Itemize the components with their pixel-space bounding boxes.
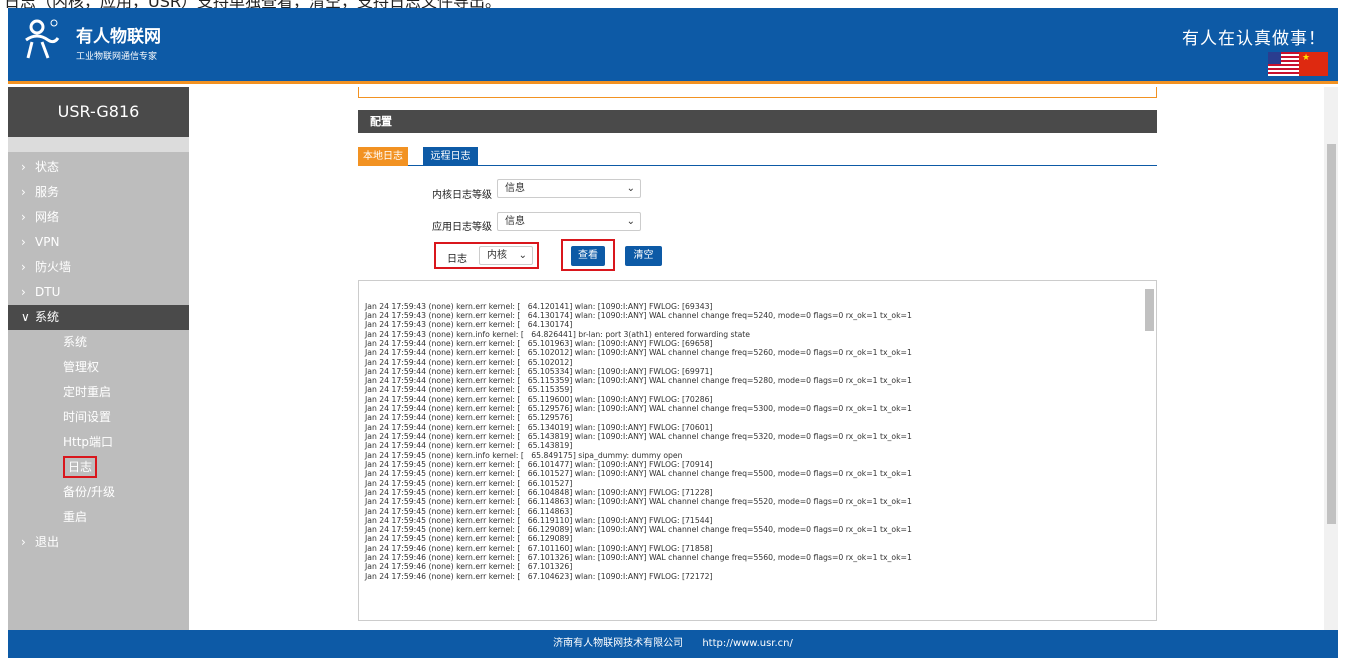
footer-company: 济南有人物联网技术有限公司 [553, 638, 684, 649]
app-level-select[interactable]: 信息 ⌄ [497, 212, 641, 231]
footer-url[interactable]: http://www.usr.cn/ [702, 638, 793, 649]
main-content: 配置 本地日志 远程日志 内核日志等级 信息 ⌄ 应用日志等级 信息 ⌄ 日志 内核… [189, 87, 1325, 630]
usr-logo-icon [25, 19, 60, 59]
sidebar-subitem-backup-upgrade[interactable]: 备份/升级 [8, 480, 189, 505]
log-type-select[interactable]: 内核 ⌄ [479, 246, 533, 265]
sidebar-subitem-admin[interactable]: 管理权 [8, 355, 189, 380]
sidebar-item-label: 系统 [35, 310, 60, 324]
sidebar-subitem-time-settings[interactable]: 时间设置 [8, 405, 189, 430]
sidebar-subitem-label: Http端口 [63, 435, 114, 449]
sidebar-item-label: 退出 [35, 535, 60, 549]
header-slogan: 有人在认真做事！ [1182, 29, 1326, 49]
kernel-level-select[interactable]: 信息 ⌄ [497, 179, 641, 198]
sidebar-item-network[interactable]: › 网络 [8, 205, 189, 230]
sidebar-subitem-label: 管理权 [63, 360, 100, 374]
sidebar-subitem-label: 日志 [63, 456, 98, 478]
chevron-down-icon: ∨ [21, 310, 30, 324]
sidebar-item-system[interactable]: ∨ 系统 [8, 305, 189, 330]
clear-button[interactable]: 清空 [625, 246, 662, 266]
brand-tagline: 工业物联网通信专家 [76, 52, 158, 62]
chevron-right-icon: › [21, 185, 26, 199]
log-type-value: 内核 [487, 250, 507, 261]
log-output[interactable]: Jan 24 17:59:43 (none) kern.err kernel: … [358, 280, 1157, 621]
language-switch: ★ [1268, 52, 1328, 76]
log-text: Jan 24 17:59:43 (none) kern.err kernel: … [365, 301, 912, 581]
kernel-level-value: 信息 [505, 183, 525, 194]
app-header: 有人物联网 工业物联网通信专家 有人在认真做事！ ★ [8, 8, 1338, 84]
chevron-right-icon: › [21, 285, 26, 299]
previous-panel [358, 87, 1157, 98]
chevron-right-icon: › [21, 160, 26, 174]
chevron-right-icon: › [21, 535, 26, 549]
sidebar-spacer [8, 137, 189, 152]
footer: 济南有人物联网技术有限公司 http://www.usr.cn/ [8, 630, 1338, 658]
sidebar-subitem-label: 系统 [63, 335, 88, 349]
sidebar-item-services[interactable]: › 服务 [8, 180, 189, 205]
app-level-label: 应用日志等级 [432, 222, 492, 233]
view-button[interactable]: 查看 [571, 246, 605, 266]
sidebar-item-label: 网络 [35, 210, 60, 224]
sidebar-subitem-log[interactable]: 日志 [8, 455, 189, 480]
cn-flag-icon[interactable]: ★ [1299, 52, 1328, 76]
device-name: USR-G816 [8, 87, 189, 137]
sidebar-item-firewall[interactable]: › 防火墙 [8, 255, 189, 280]
log-type-label: 日志 [447, 254, 467, 265]
sidebar-item-label: DTU [35, 285, 61, 299]
sidebar-item-label: 防火墙 [35, 260, 72, 274]
page-scrollbar[interactable] [1324, 87, 1338, 630]
chevron-down-icon: ⌄ [518, 250, 527, 261]
sidebar-item-vpn[interactable]: › VPN [8, 230, 189, 255]
brand-name: 有人物联网 [76, 27, 161, 47]
sidebar-subitem-label: 时间设置 [63, 410, 112, 424]
chevron-right-icon: › [21, 210, 26, 224]
chevron-right-icon: › [21, 260, 26, 274]
sidebar-item-label: 状态 [35, 160, 60, 174]
chevron-right-icon: › [21, 235, 26, 249]
sidebar: USR-G816 › 状态 › 服务 › 网络 › VPN › 防火墙 › DTU ∨ 系统 … [8, 87, 189, 630]
sidebar-item-dtu[interactable]: › DTU [8, 280, 189, 305]
sidebar-subitem-label: 重启 [63, 510, 88, 524]
caption-strip: 日志（内核，应用，USR）支持单独查看，清空，支持日志文件导出。 [0, 0, 1349, 8]
sidebar-subitem-label: 备份/升级 [63, 485, 116, 499]
log-tabs: 本地日志 远程日志 [358, 146, 1157, 166]
sidebar-subitem-http-port[interactable]: Http端口 [8, 430, 189, 455]
sidebar-subitem-scheduled-reboot[interactable]: 定时重启 [8, 380, 189, 405]
log-scrollbar[interactable] [1145, 289, 1154, 331]
tab-remote-log[interactable]: 远程日志 [423, 147, 478, 166]
app-level-value: 信息 [505, 216, 525, 227]
sidebar-subitem-reboot[interactable]: 重启 [8, 505, 189, 530]
kernel-level-label: 内核日志等级 [432, 190, 492, 201]
sidebar-subitem-label: 定时重启 [63, 385, 112, 399]
section-title: 配置 [358, 110, 1157, 133]
sidebar-item-label: VPN [35, 235, 60, 249]
caption-text: 日志（内核，应用，USR）支持单独查看，清空，支持日志文件导出。 [4, 0, 501, 8]
sidebar-menu: › 状态 › 服务 › 网络 › VPN › 防火墙 › DTU ∨ 系统 系统 管理权 定时… [8, 152, 189, 555]
sidebar-subitem-system[interactable]: 系统 [8, 330, 189, 355]
chevron-down-icon: ⌄ [626, 183, 635, 194]
sidebar-item-status[interactable]: › 状态 [8, 155, 189, 180]
sidebar-item-logout[interactable]: › 退出 [8, 530, 189, 555]
sidebar-item-label: 服务 [35, 185, 60, 199]
chevron-down-icon: ⌄ [626, 216, 635, 227]
us-flag-icon[interactable] [1268, 52, 1299, 76]
page-scrollbar-thumb[interactable] [1327, 144, 1336, 524]
tab-local-log[interactable]: 本地日志 [358, 147, 408, 166]
